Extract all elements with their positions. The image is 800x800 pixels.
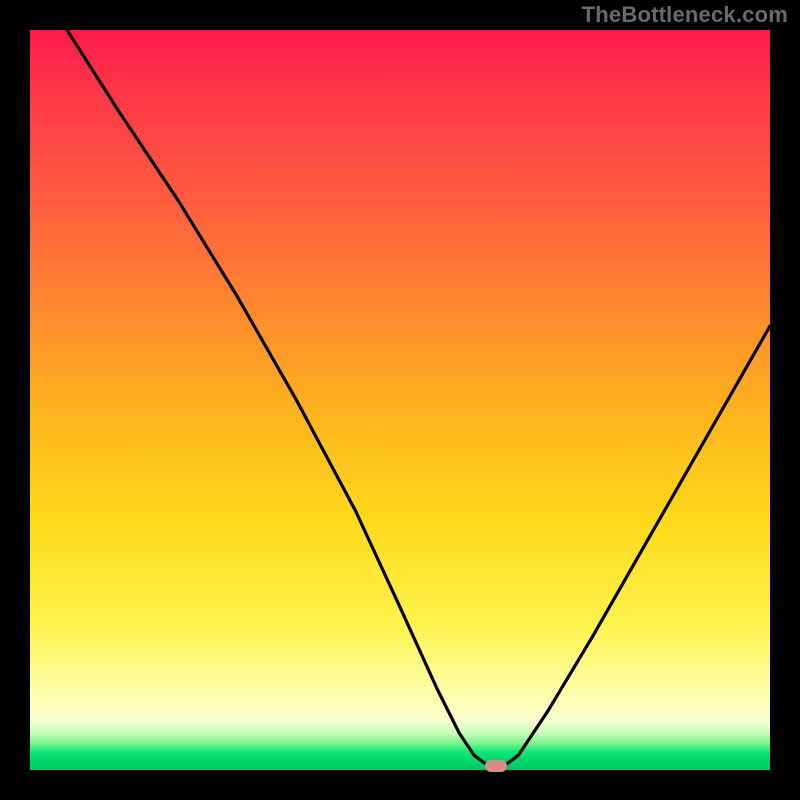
plot-area [30, 30, 770, 770]
chart-frame: TheBottleneck.com [0, 0, 800, 800]
watermark-text: TheBottleneck.com [582, 2, 788, 28]
bottleneck-curve-path [67, 30, 770, 766]
curve-svg [30, 30, 770, 770]
min-marker [485, 760, 507, 772]
